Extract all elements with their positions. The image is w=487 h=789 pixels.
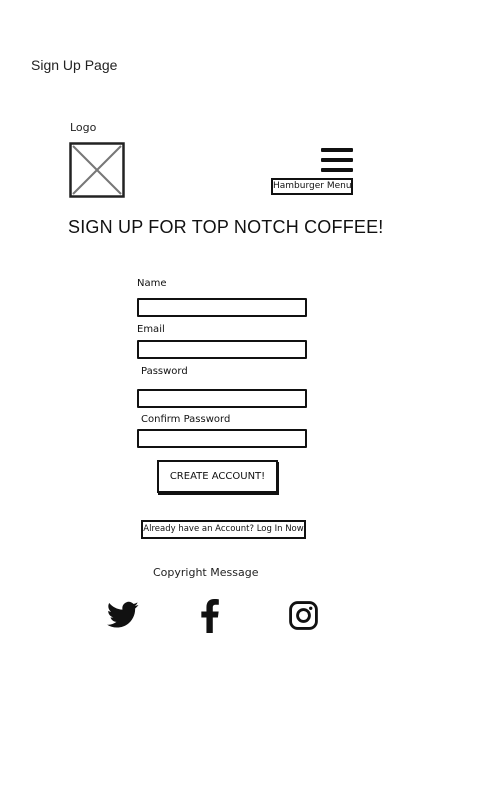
twitter-icon[interactable] <box>107 601 139 629</box>
instagram-icon[interactable] <box>288 600 319 631</box>
logo-label: Logo <box>70 121 97 134</box>
facebook-icon[interactable] <box>199 599 221 633</box>
logo-placeholder-image[interactable] <box>69 142 125 198</box>
confirm-password-field-label: Confirm Password <box>141 414 231 425</box>
hamburger-menu-label[interactable]: Hamburger Menu <box>271 178 353 195</box>
page-title: SIGN UP FOR TOP NOTCH COFFEE! <box>68 217 384 237</box>
password-field-label: Password <box>141 366 188 377</box>
login-link[interactable]: Already have an Account? Log In Now <box>141 520 306 539</box>
hamburger-menu-icon[interactable] <box>321 148 353 174</box>
name-input[interactable] <box>137 298 307 317</box>
name-field-label: Name <box>137 278 167 289</box>
copyright-message: Copyright Message <box>153 566 259 579</box>
create-account-button[interactable]: CREATE ACCOUNT! <box>157 460 278 493</box>
confirm-password-input[interactable] <box>137 429 307 448</box>
password-input[interactable] <box>137 389 307 408</box>
email-input[interactable] <box>137 340 307 359</box>
email-field-label: Email <box>137 324 165 335</box>
page-caption: Sign Up Page <box>31 57 118 73</box>
